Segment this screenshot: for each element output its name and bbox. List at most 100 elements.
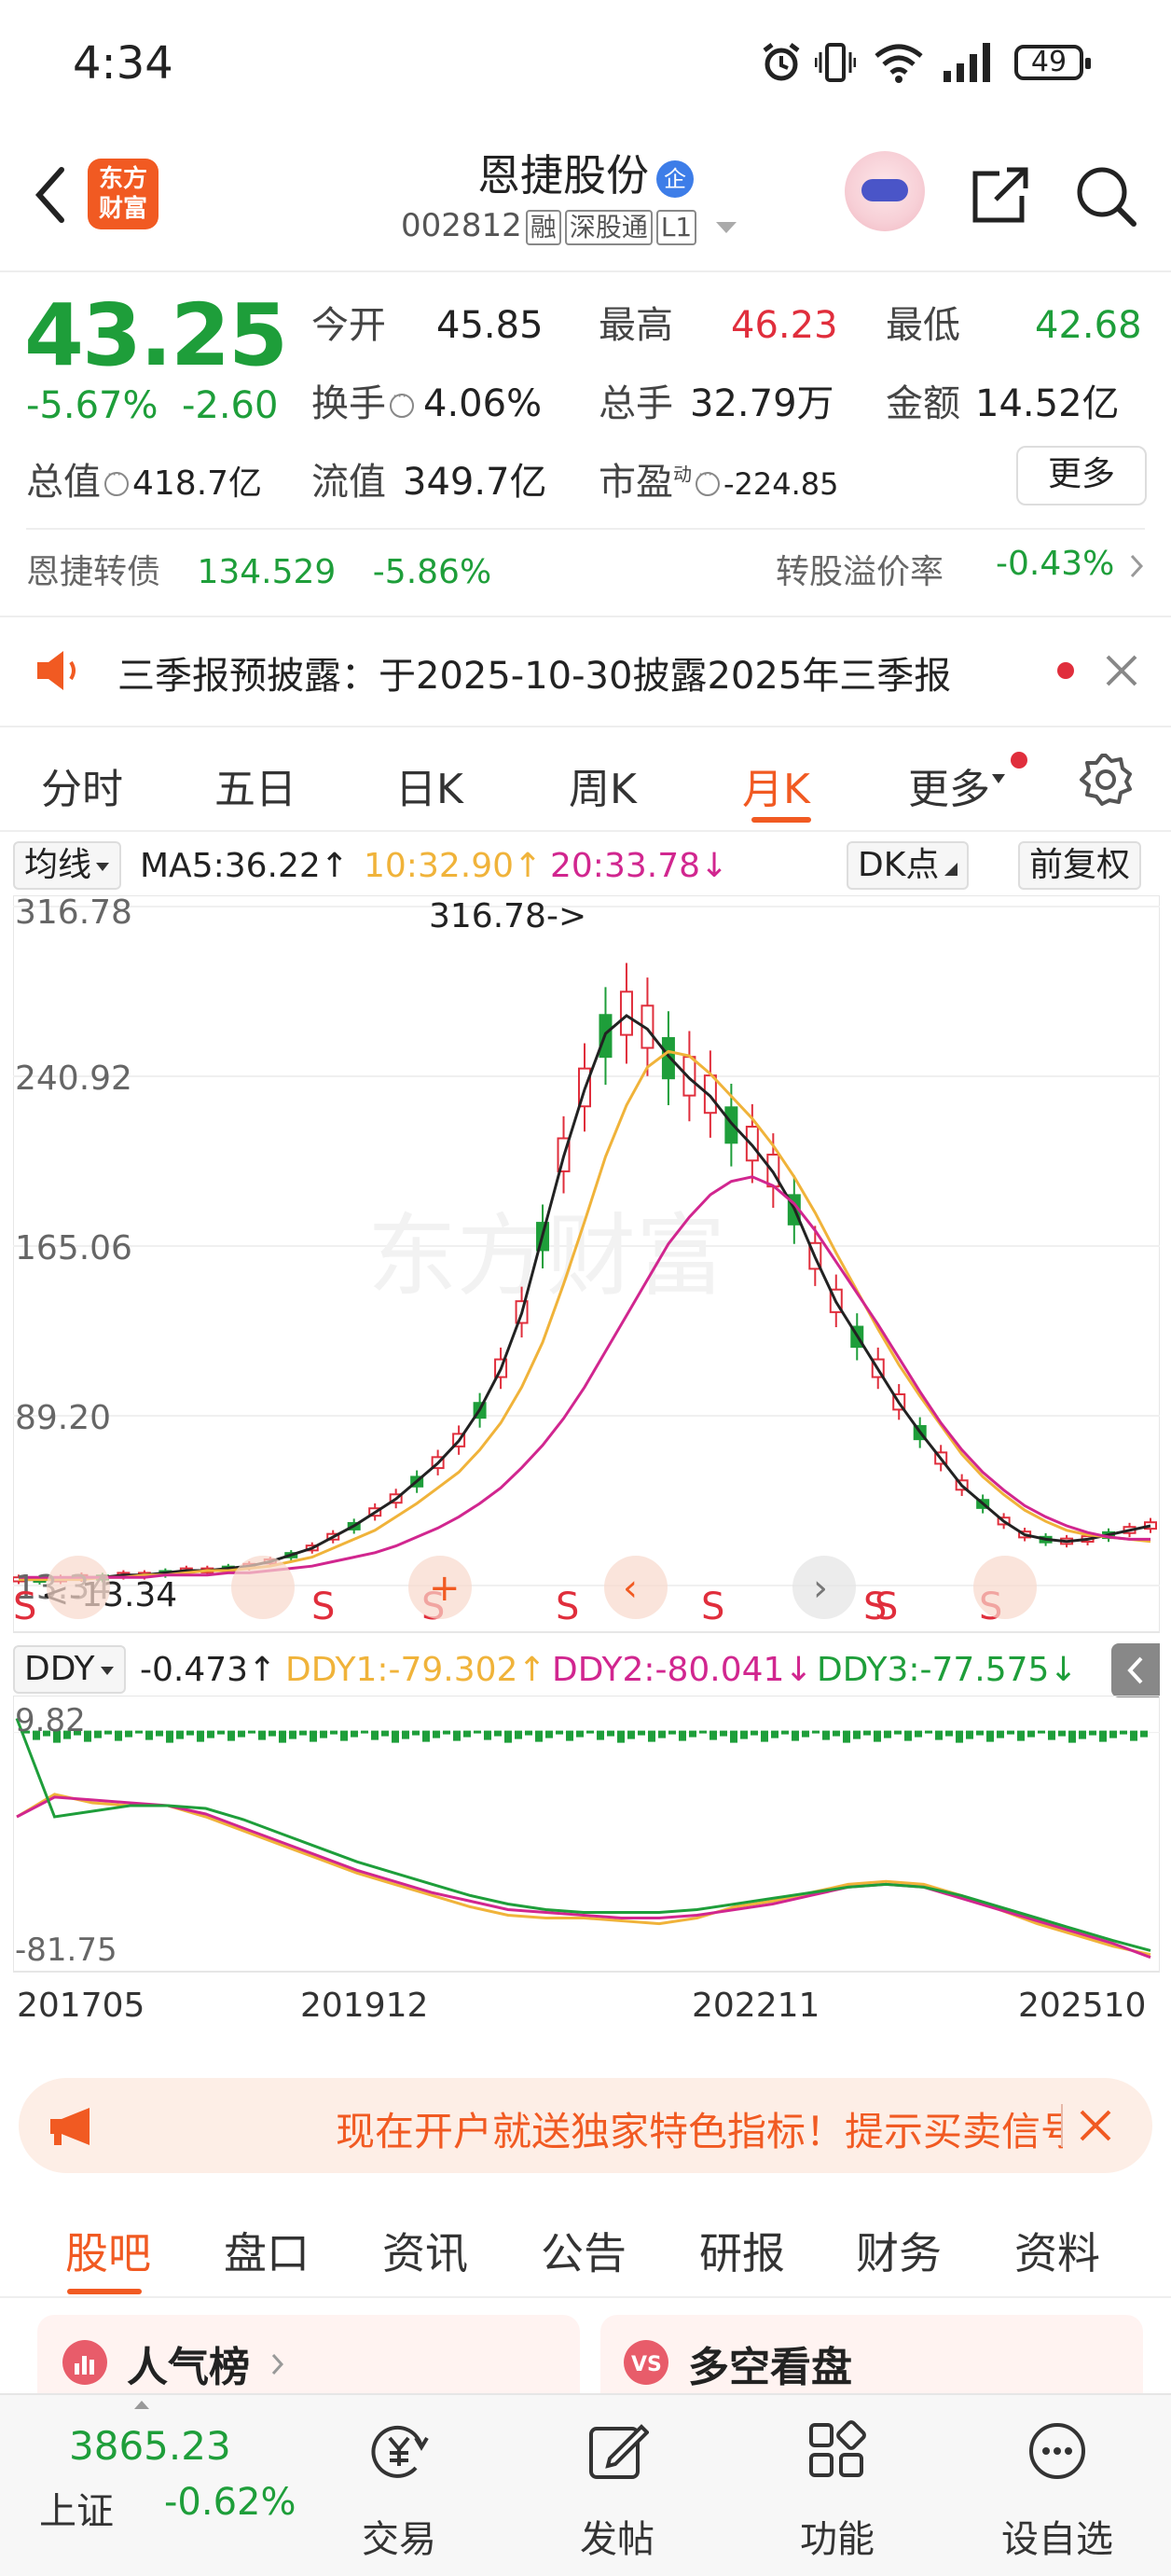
close-icon[interactable] bbox=[1102, 651, 1141, 690]
ddy-bar bbox=[945, 1730, 953, 1737]
yen-cycle-icon bbox=[371, 2425, 429, 2478]
tab-monthly-k[interactable]: 月K bbox=[742, 755, 810, 815]
promo-banner[interactable]: 现在开户就送独家特色指标！提示买卖信号 bbox=[19, 2078, 1152, 2173]
notice-bar[interactable]: 三季报预披露：于2025-10-30披露2025年三季报 bbox=[0, 617, 1171, 726]
tab-daily-k[interactable]: 日K bbox=[395, 755, 463, 815]
divider bbox=[26, 528, 1145, 530]
ddy-bar bbox=[279, 1730, 286, 1743]
kline-chart[interactable]: 东方财富 316.78240.92165.0689.2013.34 316.78… bbox=[13, 895, 1160, 1641]
plus-icon: + bbox=[429, 1567, 461, 1610]
info-icon[interactable] bbox=[104, 465, 129, 496]
search-icon[interactable] bbox=[1072, 162, 1139, 229]
stock-code-row[interactable]: 002812 融深股通 L1 bbox=[401, 207, 738, 245]
ddy-bar bbox=[463, 1730, 471, 1738]
more-stats-button[interactable]: 更多 bbox=[1016, 446, 1147, 506]
ma10-label: 10:32.90 bbox=[364, 847, 514, 885]
dk-point-button[interactable]: DK点 bbox=[847, 841, 970, 890]
date-tick: 202211 bbox=[692, 1987, 820, 2025]
dropdown-arrow-icon bbox=[96, 863, 110, 871]
notice-text: 三季报预披露：于2025-10-30披露2025年三季报 bbox=[117, 655, 952, 698]
low-stat: 最低 42.68 bbox=[886, 295, 1142, 349]
float-label: 流值 bbox=[311, 461, 386, 504]
info-icon[interactable] bbox=[696, 465, 720, 496]
tab-more[interactable]: 更多 bbox=[908, 755, 1007, 815]
wifi-icon bbox=[875, 44, 923, 83]
ddy-bar bbox=[340, 1730, 348, 1741]
collapse-panel-button[interactable] bbox=[1111, 1643, 1160, 1697]
nav-add-watchlist[interactable]: 设自选 bbox=[983, 2395, 1132, 2572]
ddy-bar bbox=[1058, 1730, 1066, 1737]
index-change: -0.62% bbox=[164, 2481, 296, 2524]
ddy-y-tick-label: -81.75 bbox=[15, 1932, 117, 1969]
ddy-bar bbox=[186, 1730, 194, 1736]
active-tab-indicator bbox=[751, 817, 811, 823]
ddy-bar bbox=[843, 1730, 850, 1743]
ddy-bar bbox=[535, 1730, 543, 1742]
date-tick: 201705 bbox=[17, 1987, 145, 2025]
sell-signal-mark: S bbox=[701, 1586, 724, 1628]
close-icon[interactable] bbox=[1076, 2106, 1115, 2145]
ddy-bar bbox=[884, 1730, 891, 1738]
tab-profile[interactable]: 资料 bbox=[1014, 2220, 1100, 2281]
more-circle-icon bbox=[1029, 2423, 1085, 2479]
tab-weekly-k[interactable]: 周K bbox=[569, 755, 637, 815]
info-icon[interactable] bbox=[390, 387, 414, 418]
nav-functions[interactable]: 功能 bbox=[763, 2395, 912, 2572]
bond-change: -5.86% bbox=[372, 553, 492, 591]
stock-header: 东方 财富 恩捷股份企 002812 融深股通 L1 bbox=[0, 131, 1171, 272]
tab-orderbook[interactable]: 盘口 bbox=[224, 2220, 310, 2281]
tab-five-day[interactable]: 五日 bbox=[214, 755, 296, 815]
reset-view-button bbox=[973, 1556, 1037, 1619]
ddy-bar bbox=[94, 1730, 102, 1738]
convertible-bond-row[interactable]: 恩捷转债 134.529 -5.86% 转股溢价率 -0.43% bbox=[26, 545, 1145, 593]
chevron-left-icon bbox=[1127, 1656, 1143, 1684]
low-label: 最低 bbox=[886, 304, 960, 347]
tab-forum[interactable]: 股吧 bbox=[65, 2220, 151, 2281]
nav-btn-1 bbox=[47, 1556, 110, 1619]
nav-post[interactable]: 发帖 bbox=[543, 2395, 692, 2572]
ddy2-label: DDY2:-80.041 bbox=[552, 1651, 785, 1689]
index-ticker[interactable]: 3865.23 上证 -0.62% bbox=[0, 2395, 308, 2572]
ddy-bar bbox=[1120, 1730, 1127, 1735]
ddy-bar bbox=[145, 1730, 153, 1740]
ddy1-line bbox=[16, 1793, 1151, 1957]
subchart-selector[interactable]: DDY bbox=[13, 1645, 127, 1694]
nav-functions-label: 功能 bbox=[800, 2518, 875, 2561]
tab-announcements[interactable]: 公告 bbox=[541, 2220, 627, 2281]
ddy-chart[interactable]: 9.82 -81.75 bbox=[13, 1696, 1160, 1975]
ddy-bar bbox=[1027, 1730, 1035, 1738]
settings-gear-icon[interactable] bbox=[1078, 752, 1134, 808]
share-icon[interactable] bbox=[966, 162, 1033, 229]
chevron-left-icon: ‹ bbox=[623, 1567, 638, 1610]
new-indicator-dot bbox=[1011, 752, 1027, 769]
ma10-value: 10:32.90↑ bbox=[364, 847, 543, 885]
ddy-bar bbox=[771, 1730, 778, 1738]
ddy-bar bbox=[1089, 1730, 1096, 1736]
ddy-bar bbox=[115, 1730, 122, 1741]
feature-cards: 人气榜 VS 多空看盘 bbox=[0, 2298, 1171, 2401]
ddy3-label: DDY3:-77.575 bbox=[817, 1651, 1050, 1689]
high-value: 46.23 bbox=[731, 304, 838, 347]
tab-intraday[interactable]: 分时 bbox=[41, 755, 123, 815]
date-axis: 201705 201912 202211 202510 bbox=[13, 1983, 1160, 2048]
adjust-mode-button[interactable]: 前复权 bbox=[1018, 841, 1142, 890]
tab-financials[interactable]: 财务 bbox=[856, 2220, 942, 2281]
ddy-bar bbox=[1099, 1730, 1107, 1742]
ddy-bar bbox=[474, 1730, 481, 1734]
promo-text: 现在开户就送独家特色指标！提示买卖信号 bbox=[336, 2109, 1063, 2154]
indicator-selector[interactable]: 均线 bbox=[13, 841, 122, 890]
ddy-bar bbox=[433, 1730, 440, 1738]
vs-icon: VS bbox=[624, 2340, 668, 2385]
battery-indicator: 49 bbox=[1014, 45, 1091, 80]
assistant-avatar[interactable] bbox=[845, 151, 925, 231]
ddy-bar bbox=[381, 1730, 389, 1737]
indicator-selector-label: 均线 bbox=[24, 846, 92, 884]
edit-icon bbox=[589, 2424, 649, 2479]
popularity-card[interactable]: 人气榜 bbox=[37, 2315, 580, 2401]
robot-face-icon bbox=[861, 179, 908, 201]
tab-research[interactable]: 研报 bbox=[699, 2220, 785, 2281]
tab-news[interactable]: 资讯 bbox=[382, 2220, 468, 2281]
bull-bear-card[interactable]: VS 多空看盘 bbox=[600, 2315, 1143, 2401]
nav-trade[interactable]: 交易 bbox=[324, 2395, 474, 2572]
sell-signal-mark: S bbox=[875, 1586, 898, 1628]
